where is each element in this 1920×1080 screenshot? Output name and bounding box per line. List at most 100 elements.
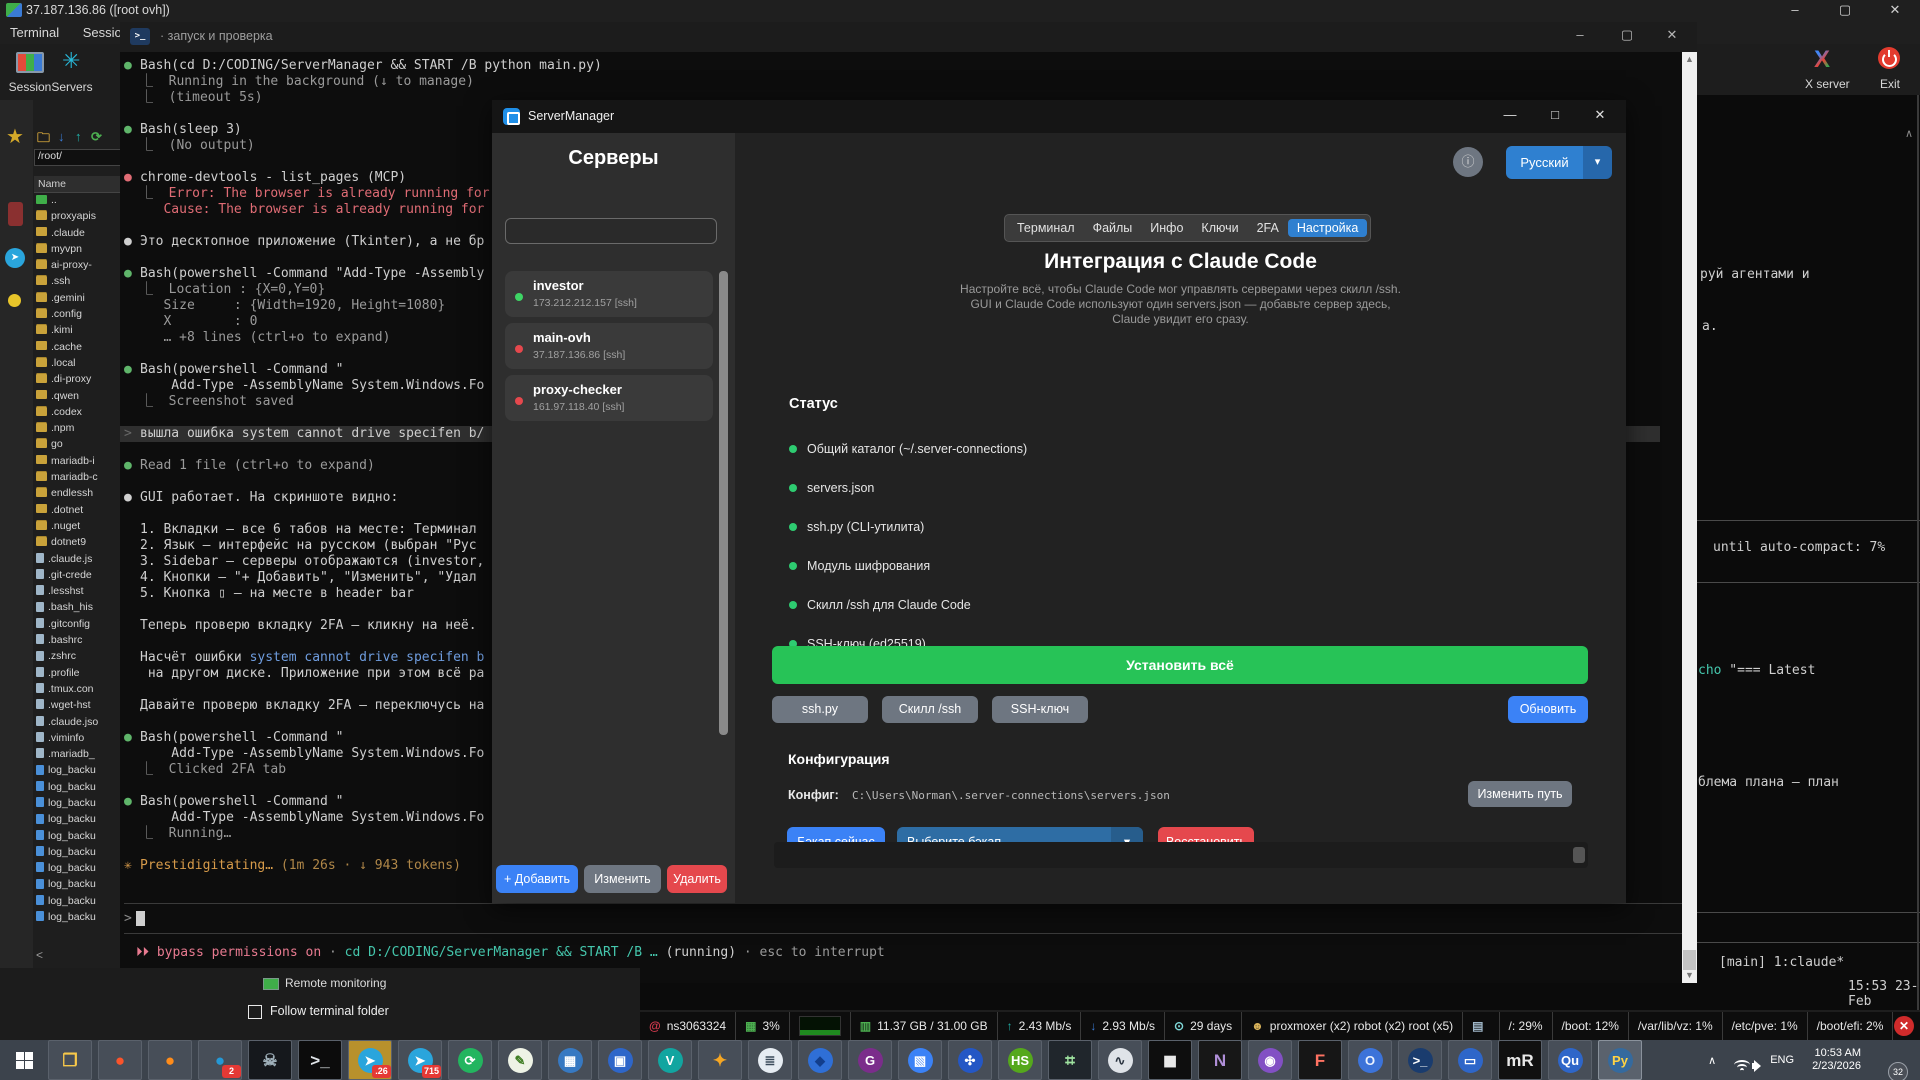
file-row[interactable]: .wget-hst	[34, 699, 122, 715]
server-item[interactable]: investor 173.212.212.157 [ssh]	[505, 271, 713, 317]
servers-icon[interactable]: ✳	[62, 48, 80, 74]
server-item[interactable]: main-ovh 37.187.136.86 [ssh]	[505, 323, 713, 369]
file-row[interactable]: ..	[34, 194, 122, 210]
taskbar-quickutmo[interactable]: Qu	[1548, 1040, 1592, 1080]
taskbar-calculator[interactable]: ▦	[548, 1040, 592, 1080]
taskbar-thunderbird-mail[interactable]: ● 2	[198, 1040, 242, 1080]
refresh-button[interactable]: Обновить	[1508, 696, 1588, 723]
file-row[interactable]: log_backu	[34, 781, 122, 797]
file-row[interactable]: log_backu	[34, 846, 122, 862]
favorites-star-icon[interactable]: ★	[6, 124, 24, 149]
terminal-close-button[interactable]: ✕	[1652, 27, 1692, 43]
scroll-up-arrow[interactable]: ▲	[1682, 54, 1697, 64]
log-scroll-handle[interactable]	[1573, 847, 1585, 863]
maximize-button[interactable]: ▢	[1828, 2, 1862, 18]
file-row[interactable]: .git-crede	[34, 569, 122, 585]
sm-maximize-button[interactable]: □	[1540, 107, 1570, 122]
taskbar-purple-g-app[interactable]: G	[848, 1040, 892, 1080]
disk-usage-cell[interactable]: /boot/efi: 2%	[1808, 1012, 1894, 1040]
file-row[interactable]: .config	[34, 308, 122, 324]
checkbox-icon[interactable]	[248, 1004, 262, 1019]
taskbar-bird-app[interactable]: ◆	[798, 1040, 842, 1080]
right-edge-scrollbar[interactable]	[1917, 95, 1919, 1010]
tray-clock[interactable]: 10:53 AM 2/23/2026	[1812, 1047, 1861, 1073]
taskbar-hs-app[interactable]: HS	[998, 1040, 1042, 1080]
taskbar-sync-tool[interactable]: ⟳	[448, 1040, 492, 1080]
sm-minimize-button[interactable]: —	[1495, 107, 1525, 122]
close-button[interactable]: ✕	[1878, 2, 1912, 18]
file-row[interactable]: .claude	[34, 227, 122, 243]
disk-usage-cell[interactable]: /: 29%	[1500, 1012, 1553, 1040]
tab-2FA[interactable]: 2FA	[1248, 219, 1288, 237]
file-row[interactable]: log_backu	[34, 895, 122, 911]
language-value[interactable]: Русский	[1506, 146, 1583, 179]
file-row[interactable]: dotnet9	[34, 536, 122, 552]
taskbar-python-app[interactable]: Py	[1598, 1040, 1642, 1080]
tab-Файлы[interactable]: Файлы	[1084, 219, 1142, 237]
file-row[interactable]: log_backu	[34, 878, 122, 894]
file-row[interactable]: ai-proxy-	[34, 259, 122, 275]
taskbar-v-app[interactable]: V	[648, 1040, 692, 1080]
taskbar-telegram-main[interactable]: ➤ .26	[348, 1040, 392, 1080]
download-cell[interactable]: ↓ 2.93 Mb/s	[1081, 1012, 1166, 1040]
file-row[interactable]: .local	[34, 357, 122, 373]
remote-monitoring-label[interactable]: Remote monitoring	[263, 976, 386, 990]
taskbar-notepad-plus-plus[interactable]: ✎	[498, 1040, 542, 1080]
close-monitor-button[interactable]: ✕	[1894, 1016, 1914, 1036]
taskbar-dev-tools[interactable]: ✦	[698, 1040, 742, 1080]
swiss-knife-icon[interactable]	[8, 202, 23, 226]
file-row[interactable]: log_backu	[34, 830, 122, 846]
taskbar-file-explorer[interactable]: ❒	[48, 1040, 92, 1080]
delete-server-button[interactable]: Удалить	[667, 865, 727, 893]
taskbar-telegram-alt[interactable]: ➤ 715	[398, 1040, 442, 1080]
taskbar-powershell[interactable]: >_	[1398, 1040, 1442, 1080]
telegram-icon[interactable]: ➤	[5, 248, 25, 268]
taskbar-opera-browser[interactable]: O	[1348, 1040, 1392, 1080]
chevron-down-icon[interactable]: ▾	[1583, 146, 1612, 179]
file-row[interactable]: endlessh	[34, 487, 122, 503]
disk-usage-cell[interactable]: /boot: 12%	[1553, 1012, 1629, 1040]
file-row[interactable]: log_backu	[34, 911, 122, 927]
terminal-maximize-button[interactable]: ▢	[1607, 27, 1647, 43]
exit-icon[interactable]	[1878, 47, 1900, 72]
ram-cell[interactable]: ▥ 11.37 GB / 31.00 GB	[851, 1012, 998, 1040]
info-button[interactable]: ⓘ	[1453, 147, 1483, 177]
file-row[interactable]: .profile	[34, 667, 122, 683]
terminal-prompt[interactable]: >	[124, 911, 145, 926]
taskbar-github-desktop[interactable]: ◉	[1248, 1040, 1292, 1080]
taskbar-figma[interactable]: F	[1298, 1040, 1342, 1080]
file-row[interactable]: .npm	[34, 422, 122, 438]
tray-chevron-icon[interactable]: ∧	[1708, 1054, 1716, 1067]
file-row[interactable]: .bash_his	[34, 601, 122, 617]
users-cell[interactable]: ☻ proxmoxer (x2) robot (x2) root (x5)	[1242, 1012, 1464, 1040]
file-row[interactable]: mariadb-c	[34, 471, 122, 487]
taskbar-brave-browser[interactable]: ●	[98, 1040, 142, 1080]
name-column-header[interactable]: Name	[34, 176, 124, 193]
scroll-left-arrow[interactable]: <	[36, 948, 43, 962]
file-row[interactable]: .claude.jso	[34, 716, 122, 732]
cpu-cell[interactable]: ▦ 3%	[736, 1012, 790, 1040]
upload-icon[interactable]: ↑	[75, 129, 82, 144]
disk-usage-cell[interactable]: /etc/pve: 1%	[1723, 1012, 1808, 1040]
file-row[interactable]: .di-proxy	[34, 373, 122, 389]
file-row[interactable]: .tmux.con	[34, 683, 122, 699]
file-row[interactable]: mariadb-i	[34, 455, 122, 471]
file-row[interactable]: .qwen	[34, 390, 122, 406]
tab-Инфо[interactable]: Инфо	[1141, 219, 1192, 237]
sm-close-button[interactable]: ✕	[1585, 107, 1615, 123]
file-row[interactable]: .zshrc	[34, 650, 122, 666]
refresh-icon[interactable]: ⟳	[91, 129, 102, 145]
follow-terminal-folder-checkbox[interactable]: Follow terminal folder	[248, 1004, 389, 1019]
scroll-down-arrow[interactable]: ▼	[1682, 970, 1697, 980]
component-button-3[interactable]: SSH-ключ	[992, 696, 1088, 723]
exit-button-label[interactable]: Exit	[1880, 77, 1900, 91]
taskbar-cube-3d-app[interactable]: ◼	[1148, 1040, 1192, 1080]
file-row[interactable]: log_backu	[34, 764, 122, 780]
session-icon[interactable]	[16, 52, 44, 76]
file-row[interactable]: .bashrc	[34, 634, 122, 650]
host-cell[interactable]: @ ns3063324	[640, 1012, 737, 1040]
x-server-icon[interactable]: X	[1814, 46, 1830, 74]
file-row[interactable]: .cache	[34, 341, 122, 357]
add-server-button[interactable]: + Добавить	[496, 865, 578, 893]
file-row[interactable]: proxyapis	[34, 210, 122, 226]
